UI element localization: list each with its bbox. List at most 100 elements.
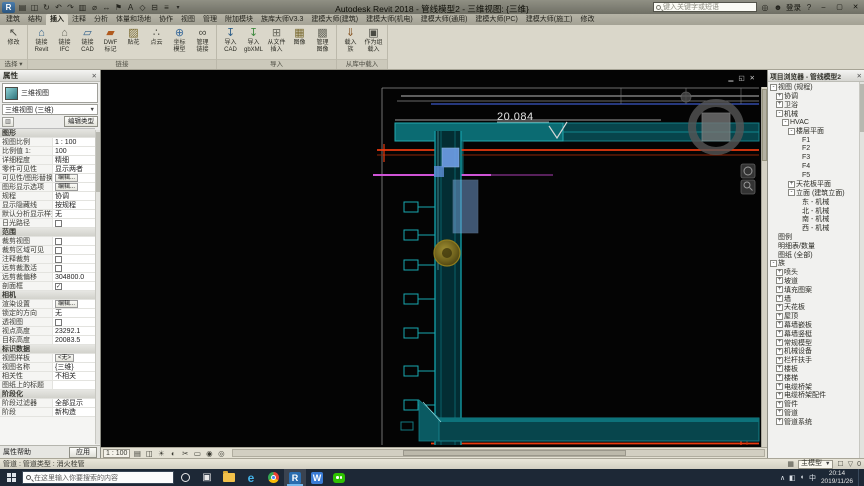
browser-item-23[interactable]: + 填充图案 [768, 285, 859, 294]
redo-icon[interactable]: ↷ [65, 2, 76, 13]
ribbon-tab-12[interactable]: 建模大师(机电) [362, 14, 417, 25]
prop-value[interactable]: 不相关 [52, 372, 95, 380]
load-family-button[interactable]: ⇓ 载入 族 [339, 26, 362, 53]
prop-value[interactable]: 显示两者 [52, 165, 95, 173]
link-cad-button[interactable]: ▱ 链接 CAD [76, 26, 99, 53]
ime-indicator[interactable]: 中 [809, 473, 816, 483]
browser-item-29[interactable]: + 常规模型 [768, 338, 859, 347]
user-icon[interactable]: ☻ [773, 3, 783, 12]
3d-view-canvas[interactable]: 20.084 [101, 70, 767, 447]
view-restore-icon[interactable]: ◱ [738, 74, 744, 82]
browser-item-25[interactable]: + 天花板 [768, 303, 859, 312]
tree-toggle-icon[interactable]: - [782, 119, 789, 127]
temporary-hide-isolate-icon[interactable]: ◉ [204, 449, 214, 458]
browser-item-38[interactable]: + 管道系统 [768, 417, 859, 426]
prop-checkbox[interactable] [55, 246, 62, 254]
properties-help-link[interactable]: 属性帮助 [3, 447, 31, 457]
properties-header[interactable]: 属性 ✕ [0, 70, 100, 82]
type-selector-combo[interactable]: 三维视图 (三维) ▼ [2, 104, 98, 115]
ribbon-tab-3[interactable]: 注释 [68, 14, 90, 25]
filter-icon[interactable]: ▽ [848, 460, 853, 468]
prop-checkbox[interactable] [55, 264, 62, 272]
project-browser-close-icon[interactable]: ✕ [857, 72, 862, 80]
prop-edit-button[interactable]: 编辑... [55, 183, 79, 191]
tree-toggle-icon[interactable]: + [776, 268, 783, 276]
prop-value[interactable]: 全部显示 [52, 399, 95, 407]
section-icon[interactable]: ⊟ [149, 2, 160, 13]
prop-value[interactable]: 按规程 [52, 201, 95, 209]
import-cad-button[interactable]: ↧ 导入 CAD [219, 26, 242, 53]
prop-value[interactable] [52, 264, 95, 272]
image-button[interactable]: ▦ 图像 [288, 26, 311, 47]
prop-value[interactable]: 无 [52, 210, 95, 218]
tag-icon[interactable]: ⚑ [113, 2, 124, 13]
browser-item-35[interactable]: + 电缆桥架配件 [768, 391, 859, 400]
browser-item-3[interactable]: - 机械 [768, 109, 859, 118]
taskbar-wps[interactable]: W [306, 469, 328, 486]
import-gbxml-button[interactable]: ↧ 导入 gbXML [242, 26, 265, 53]
browser-item-30[interactable]: + 机械设备 [768, 347, 859, 356]
apply-button[interactable]: 应用 [69, 446, 97, 458]
prop-value[interactable] [52, 246, 95, 254]
volume-icon[interactable]: ◖ [800, 474, 804, 482]
prop-checkbox[interactable]: ✓ [55, 282, 62, 290]
thin-lines-icon[interactable]: ≡ [161, 2, 172, 13]
tree-toggle-icon[interactable]: + [776, 356, 783, 364]
reveal-hidden-elements-icon[interactable]: ◎ [216, 449, 226, 458]
prop-value[interactable]: 无 [52, 309, 95, 317]
tree-toggle-icon[interactable]: + [776, 374, 783, 382]
browser-item-7[interactable]: F2 [768, 145, 859, 154]
tree-toggle-icon[interactable]: + [788, 180, 795, 188]
link-revit-button[interactable]: ⌂ 链接 Revit [30, 26, 53, 53]
undo-icon[interactable]: ↶ [53, 2, 64, 13]
tree-toggle-icon[interactable]: - [788, 189, 795, 197]
show-crop-region-icon[interactable]: ▭ [192, 449, 202, 458]
prop-checkbox[interactable] [55, 219, 62, 227]
ribbon-tab-5[interactable]: 体量和场地 [112, 14, 155, 25]
load-as-group-button[interactable]: ▣ 作为组 载入 [362, 26, 385, 53]
network-icon[interactable]: ◧ [789, 474, 796, 482]
browser-item-8[interactable]: F3 [768, 153, 859, 162]
dwf-markup-button[interactable]: ▰ DWF 标记 [99, 26, 122, 53]
print-icon[interactable]: ▥ [77, 2, 88, 13]
decal-button[interactable]: ▨ 贴花 [122, 26, 145, 47]
prop-value[interactable]: 协调 [52, 192, 95, 200]
3d-viewport[interactable]: 20.084 ▁ ◱ ✕ [101, 70, 767, 447]
sync-icon[interactable]: ↻ [41, 2, 52, 13]
point-cloud-button[interactable]: ∴ 点云 [145, 26, 168, 47]
selection-sphere[interactable] [433, 239, 461, 267]
type-selector[interactable]: 三维视图 [2, 83, 98, 103]
tree-toggle-icon[interactable]: - [788, 127, 795, 135]
view-minimize-icon[interactable]: ▁ [728, 74, 733, 82]
restore-button[interactable]: ▢ [833, 2, 846, 13]
tree-toggle-icon[interactable]: - [776, 110, 783, 118]
browser-item-5[interactable]: - 楼层平面 [768, 127, 859, 136]
viewport-horizontal-scrollbar[interactable] [232, 449, 765, 457]
worksets-icon[interactable]: ▦ [787, 460, 794, 468]
tree-toggle-icon[interactable]: + [776, 409, 783, 417]
tree-toggle-icon[interactable]: + [776, 339, 783, 346]
prop-value[interactable]: 1 : 100 [52, 138, 95, 146]
browser-item-31[interactable]: + 栏杆扶手 [768, 356, 859, 365]
tree-toggle-icon[interactable]: + [776, 92, 783, 100]
prop-value[interactable]: ✓ [52, 282, 95, 290]
prop-value[interactable]: 20083.5 [52, 336, 95, 344]
save-icon[interactable]: ◫ [29, 2, 40, 13]
prop-checkbox[interactable] [55, 255, 62, 263]
editable-only-checkbox[interactable]: ☐ [837, 460, 843, 468]
properties-scrollbar[interactable] [95, 130, 100, 444]
ribbon-tab-0[interactable]: 建筑 [2, 14, 24, 25]
ribbon-tab-6[interactable]: 协作 [155, 14, 177, 25]
ribbon-tab-13[interactable]: 建模大师(通用) [417, 14, 472, 25]
dimension-icon[interactable]: ↔ [101, 2, 112, 13]
link-ifc-button[interactable]: ⌂ 链接 IFC [53, 26, 76, 53]
prop-checkbox[interactable] [55, 237, 62, 245]
tree-toggle-icon[interactable]: + [776, 382, 783, 390]
tree-toggle-icon[interactable]: + [776, 365, 783, 373]
prop-value[interactable]: 编辑... [52, 174, 95, 182]
prop-value[interactable]: 编辑... [52, 300, 95, 308]
taskbar-edge[interactable]: e [240, 469, 262, 486]
prop-edit-button[interactable]: 编辑... [55, 174, 79, 182]
close-button[interactable]: ✕ [849, 2, 862, 13]
crop-view-icon[interactable]: ✂ [180, 449, 190, 458]
